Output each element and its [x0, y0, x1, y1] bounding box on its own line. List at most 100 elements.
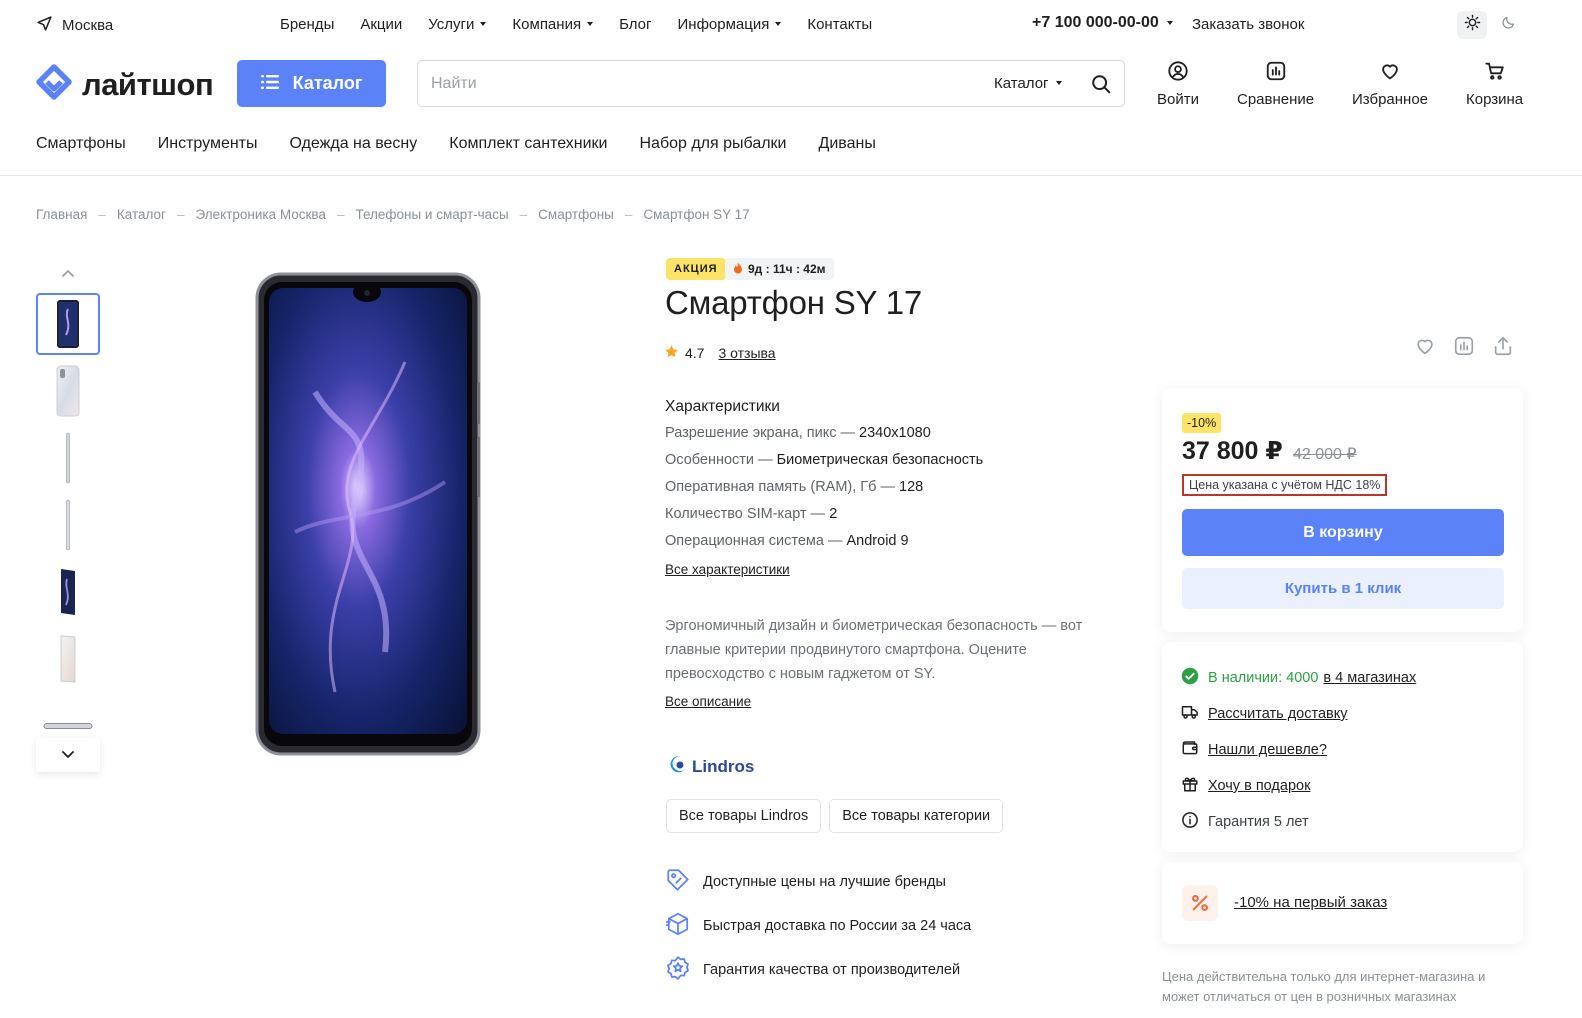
breadcrumb-link[interactable]: Главная: [36, 207, 87, 222]
spec-value: Android 9: [846, 533, 909, 549]
search-scope-label: Каталог: [994, 75, 1049, 92]
buy-one-click-button[interactable]: Купить в 1 клик: [1182, 568, 1504, 609]
thumbnail-side-1[interactable]: [36, 427, 100, 489]
category-link[interactable]: Набор для рыбалки: [639, 135, 786, 153]
callback-link[interactable]: Заказать звонок: [1192, 16, 1304, 33]
product-actions: [1413, 334, 1515, 358]
favorites-label: Избранное: [1352, 91, 1429, 108]
nav-sales[interactable]: Акции: [360, 16, 402, 33]
spec-name: Разрешение экрана, пикс: [665, 425, 837, 441]
warranty-row: Гарантия 5 лет: [1181, 811, 1309, 833]
perk-item: Доступные цены на лучшие бренды: [665, 860, 971, 904]
sun-icon: [1464, 14, 1481, 36]
caret-down-icon: [775, 22, 782, 26]
search-input[interactable]: [431, 73, 951, 95]
category-link[interactable]: Одежда на весну: [290, 135, 418, 153]
delivery-link: Рассчитать доставку: [1208, 706, 1348, 722]
spec-name: Количество SIM-карт: [665, 506, 807, 522]
spec-name: Оперативная память (RAM), Гб: [665, 479, 877, 495]
nav-label: Блог: [619, 16, 652, 33]
favorites-button[interactable]: Избранное: [1352, 60, 1428, 108]
breadcrumb-link[interactable]: Смартфоны: [538, 207, 614, 222]
nav-label: Информация: [677, 16, 770, 33]
thumbnail-front[interactable]: [36, 293, 100, 355]
delivery-row[interactable]: Рассчитать доставку: [1181, 703, 1347, 725]
caret-down-icon: [1055, 81, 1062, 85]
thumbnails-down-button[interactable]: [36, 738, 100, 772]
cart-button[interactable]: Корзина: [1466, 60, 1523, 108]
discount-badge: -10%: [1182, 413, 1222, 433]
nav-label: Компания: [512, 16, 582, 33]
old-price: 42 000 ₽: [1293, 446, 1357, 463]
thumbnail-back[interactable]: [36, 360, 100, 422]
breadcrumb-separator: –: [98, 207, 106, 222]
cart-label: Корзина: [1466, 91, 1524, 108]
nav-contacts[interactable]: Контакты: [807, 16, 872, 33]
star-icon: [664, 344, 679, 362]
caret-down-icon: [480, 22, 487, 26]
fire-icon: [733, 262, 743, 277]
nav-services[interactable]: Услуги: [428, 16, 487, 33]
login-button[interactable]: Войти: [1157, 60, 1199, 108]
nav-company[interactable]: Компания: [512, 16, 594, 33]
thumbnails-up-button[interactable]: [36, 256, 100, 290]
spec-name: Особенности: [665, 452, 755, 468]
brand-logo[interactable]: Lindros: [668, 754, 754, 779]
logo[interactable]: лайтшоп: [36, 64, 214, 105]
dark-theme-toggle[interactable]: [1495, 11, 1521, 39]
nav-blog[interactable]: Блог: [619, 16, 651, 33]
moon-icon: [1501, 15, 1516, 35]
perks-list: Доступные цены на лучшие бренды Быстрая …: [665, 860, 971, 992]
breadcrumb-link[interactable]: Каталог: [117, 207, 166, 222]
compare-chart-icon[interactable]: [1452, 334, 1476, 358]
all-specs-link[interactable]: Все характеристики: [665, 562, 790, 577]
city-selector[interactable]: Москва: [36, 15, 113, 36]
city-label: Москва: [62, 17, 114, 34]
catalog-button[interactable]: Каталог: [237, 60, 386, 107]
availability-card: В наличии: 4000 в 4 магазинах Рассчитать…: [1162, 642, 1523, 852]
stores-link[interactable]: в 4 магазинах: [1323, 670, 1416, 686]
light-theme-toggle[interactable]: [1457, 11, 1487, 39]
phone-number[interactable]: +7 100 000-00-00: [1032, 14, 1173, 32]
spec-value: 2: [829, 506, 838, 522]
gift-row[interactable]: Хочу в подарок: [1181, 775, 1310, 797]
all-description-link[interactable]: Все описание: [665, 694, 751, 709]
gift-link: Хочу в подарок: [1208, 778, 1311, 794]
info-icon: [1181, 811, 1199, 833]
list-icon: [260, 73, 279, 94]
spec-row: Количество SIM-карт — 2: [665, 506, 838, 522]
thumbnail-side-2[interactable]: [36, 494, 100, 556]
rating: 4.7 3 отзыва: [664, 344, 776, 362]
nav-brands[interactable]: Бренды: [280, 16, 334, 33]
search-bar: Каталог: [417, 60, 1125, 107]
search-icon[interactable]: [1090, 73, 1112, 100]
thumbnail-back-angle[interactable]: [36, 628, 100, 690]
chevron-down-icon: [62, 746, 74, 764]
thumbnail-angle[interactable]: [36, 561, 100, 623]
vat-note: Цена указана с учётом НДС 18%: [1182, 474, 1388, 496]
product-main-image[interactable]: [255, 272, 481, 756]
nav-info[interactable]: Информация: [678, 16, 782, 33]
category-link[interactable]: Смартфоны: [36, 135, 126, 153]
breadcrumb-separator: –: [336, 207, 345, 222]
price-tag-icon: [665, 867, 691, 897]
category-link[interactable]: Инструменты: [158, 135, 258, 153]
favorite-heart-icon[interactable]: [1413, 334, 1437, 358]
reviews-link[interactable]: 3 отзыва: [718, 345, 775, 361]
category-link[interactable]: Диваны: [819, 135, 876, 153]
spec-value: Биометрическая безопасность: [776, 452, 984, 468]
breadcrumb-link[interactable]: Электроника Москва: [196, 207, 326, 222]
perk-text: Быстрая доставка по России за 24 часа: [703, 918, 972, 934]
search-scope-select[interactable]: Каталог: [994, 75, 1062, 92]
brand-mark-icon: [668, 754, 688, 779]
share-icon[interactable]: [1491, 334, 1515, 358]
promo-card[interactable]: -10% на первый заказ: [1162, 862, 1523, 944]
compare-chart-icon: [1265, 60, 1287, 86]
category-link[interactable]: Комплект сантехники: [449, 135, 607, 153]
all-brand-products-button[interactable]: Все товары Lindros: [666, 799, 822, 833]
breadcrumb-link[interactable]: Телефоны и смарт-часы: [355, 207, 508, 222]
compare-button[interactable]: Сравнение: [1237, 60, 1314, 108]
add-to-cart-button[interactable]: В корзину: [1182, 509, 1504, 556]
all-category-products-button[interactable]: Все товары категории: [829, 799, 1004, 833]
cheaper-row[interactable]: Нашли дешевле?: [1181, 739, 1327, 761]
